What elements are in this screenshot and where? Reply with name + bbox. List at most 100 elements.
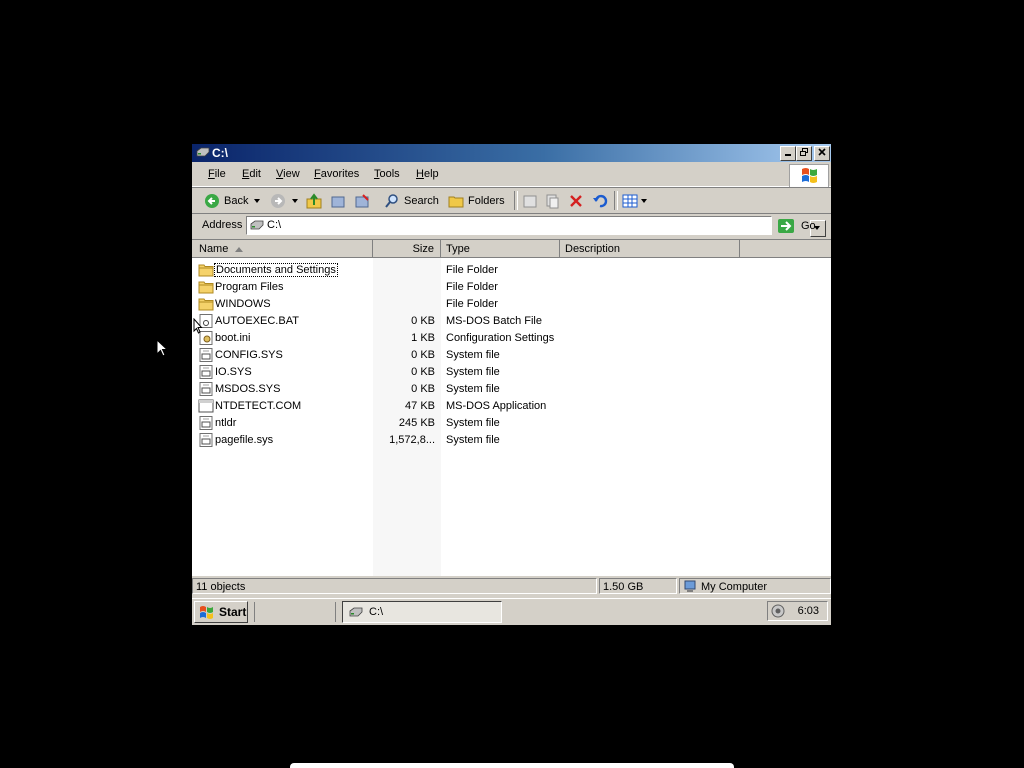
file-type: System file xyxy=(446,366,500,378)
file-row-pagefile-sys[interactable]: pagefile.sys 1,572,8... System file xyxy=(192,432,831,449)
search-icon xyxy=(385,194,398,208)
standard-toolbar: Back Search Folders xyxy=(192,187,831,214)
column-header-name[interactable]: Name xyxy=(192,240,373,258)
system-file-icon xyxy=(198,365,214,379)
file-name[interactable]: NTDETECT.COM xyxy=(215,400,301,412)
file-name[interactable]: Documents and Settings xyxy=(214,263,338,277)
taskbar-button-explorer[interactable]: C:\ xyxy=(342,601,502,623)
volume-icon[interactable] xyxy=(771,604,785,618)
minimize-button[interactable] xyxy=(780,146,796,161)
column-header-description[interactable]: Description xyxy=(560,240,740,258)
go-arrow-icon xyxy=(778,219,794,233)
views-button[interactable] xyxy=(622,192,647,210)
system-file-icon xyxy=(198,348,214,362)
back-dropdown-icon[interactable] xyxy=(254,199,261,203)
search-button[interactable]: Search xyxy=(384,192,439,210)
menu-file[interactable]: File xyxy=(208,168,226,180)
file-row-windows[interactable]: WINDOWS File Folder xyxy=(192,296,831,313)
menu-favorites[interactable]: Favorites xyxy=(314,168,359,180)
file-row-documents-and-settings[interactable]: Documents and Settings File Folder xyxy=(192,262,831,279)
back-button[interactable]: Back xyxy=(204,192,261,210)
column-header-filler xyxy=(740,240,831,258)
file-type: System file xyxy=(446,349,500,361)
file-row-ntdetect-com[interactable]: NTDETECT.COM 47 KB MS-DOS Application xyxy=(192,398,831,415)
column-header-size[interactable]: Size xyxy=(373,240,441,258)
file-size: 0 KB xyxy=(411,366,435,378)
file-row-msdos-sys[interactable]: MSDOS.SYS 0 KB System file xyxy=(192,381,831,398)
copy-to-button[interactable] xyxy=(354,192,370,210)
file-name[interactable]: WINDOWS xyxy=(215,298,271,310)
file-size: 245 KB xyxy=(398,417,435,429)
file-name[interactable]: CONFIG.SYS xyxy=(215,349,283,361)
file-type: File Folder xyxy=(446,264,498,276)
toolbar-separator xyxy=(614,191,618,210)
file-row-autoexec-bat[interactable]: AUTOEXEC.BAT 0 KB MS-DOS Batch File xyxy=(192,313,831,330)
windows-flag-icon xyxy=(200,606,213,619)
file-type: MS-DOS Application xyxy=(446,400,547,412)
address-value: C:\ xyxy=(267,219,282,231)
column-header-type[interactable]: Type xyxy=(441,240,560,258)
file-size: 1 KB xyxy=(411,332,435,344)
address-label: Address xyxy=(202,219,243,231)
file-row-program-files[interactable]: Program Files File Folder xyxy=(192,279,831,296)
file-row-config-sys[interactable]: CONFIG.SYS 0 KB System file xyxy=(192,347,831,364)
file-name[interactable]: MSDOS.SYS xyxy=(215,383,280,395)
file-name[interactable]: AUTOEXEC.BAT xyxy=(215,315,299,327)
menu-tools[interactable]: Tools xyxy=(374,168,400,180)
move-to-button[interactable] xyxy=(330,192,346,210)
copy-to-icon xyxy=(355,194,369,208)
go-button[interactable]: Go xyxy=(777,217,816,235)
copy-button[interactable] xyxy=(544,192,560,210)
file-name[interactable]: IO.SYS xyxy=(215,366,252,378)
undo-button[interactable] xyxy=(592,192,608,210)
close-button[interactable] xyxy=(814,146,830,161)
move-to-icon xyxy=(331,196,345,208)
file-name[interactable]: boot.ini xyxy=(215,332,250,344)
explorer-window: C:\ File Edit View Favorites Tools Help xyxy=(192,144,831,625)
folders-button[interactable]: Folders xyxy=(448,192,505,210)
delete-icon xyxy=(570,195,582,207)
copy-icon xyxy=(546,194,559,209)
sort-ascending-icon xyxy=(235,247,243,252)
back-arrow-icon xyxy=(205,194,219,208)
system-tray: 6:03 xyxy=(767,601,828,621)
menu-edit[interactable]: Edit xyxy=(242,168,261,180)
views-dropdown-icon[interactable] xyxy=(641,199,647,203)
title-bar[interactable]: C:\ xyxy=(192,144,831,162)
my-computer-icon xyxy=(684,580,696,592)
file-name[interactable]: Program Files xyxy=(215,281,283,293)
menu-help[interactable]: Help xyxy=(416,168,439,180)
status-bar: 11 objects 1.50 GB My Computer xyxy=(192,576,831,596)
delete-button[interactable] xyxy=(568,192,584,210)
forward-button[interactable] xyxy=(270,192,298,210)
menu-view[interactable]: View xyxy=(276,168,300,180)
file-row-io-sys[interactable]: IO.SYS 0 KB System file xyxy=(192,364,831,381)
close-icon xyxy=(818,148,826,156)
file-type: MS-DOS Batch File xyxy=(446,315,542,327)
folder-icon xyxy=(198,297,214,311)
windows-flag-icon xyxy=(802,168,817,183)
address-input[interactable]: C:\ xyxy=(246,216,826,237)
restore-icon xyxy=(800,148,808,156)
restore-button[interactable] xyxy=(796,146,812,161)
up-folder-button[interactable] xyxy=(306,192,322,210)
windows-logo xyxy=(789,164,829,188)
minimize-icon xyxy=(785,154,791,156)
system-file-icon xyxy=(198,382,214,396)
clock[interactable]: 6:03 xyxy=(798,605,819,617)
file-name[interactable]: pagefile.sys xyxy=(215,434,273,446)
drive-icon xyxy=(250,220,264,230)
move-button[interactable] xyxy=(522,192,538,210)
file-row-ntldr[interactable]: ntldr 245 KB System file xyxy=(192,415,831,432)
file-row-boot-ini[interactable]: boot.ini 1 KB Configuration Settings xyxy=(192,330,831,347)
file-name[interactable]: ntldr xyxy=(215,417,236,429)
quick-launch-area xyxy=(254,602,336,622)
undo-icon xyxy=(593,194,608,208)
start-button[interactable]: Start xyxy=(194,601,248,623)
file-size: 0 KB xyxy=(411,383,435,395)
forward-dropdown-icon[interactable] xyxy=(292,199,298,203)
folder-icon xyxy=(198,263,214,277)
file-type: System file xyxy=(446,417,500,429)
file-list-view[interactable]: Name Size Type Description Documents and… xyxy=(192,239,831,576)
file-type: System file xyxy=(446,383,500,395)
